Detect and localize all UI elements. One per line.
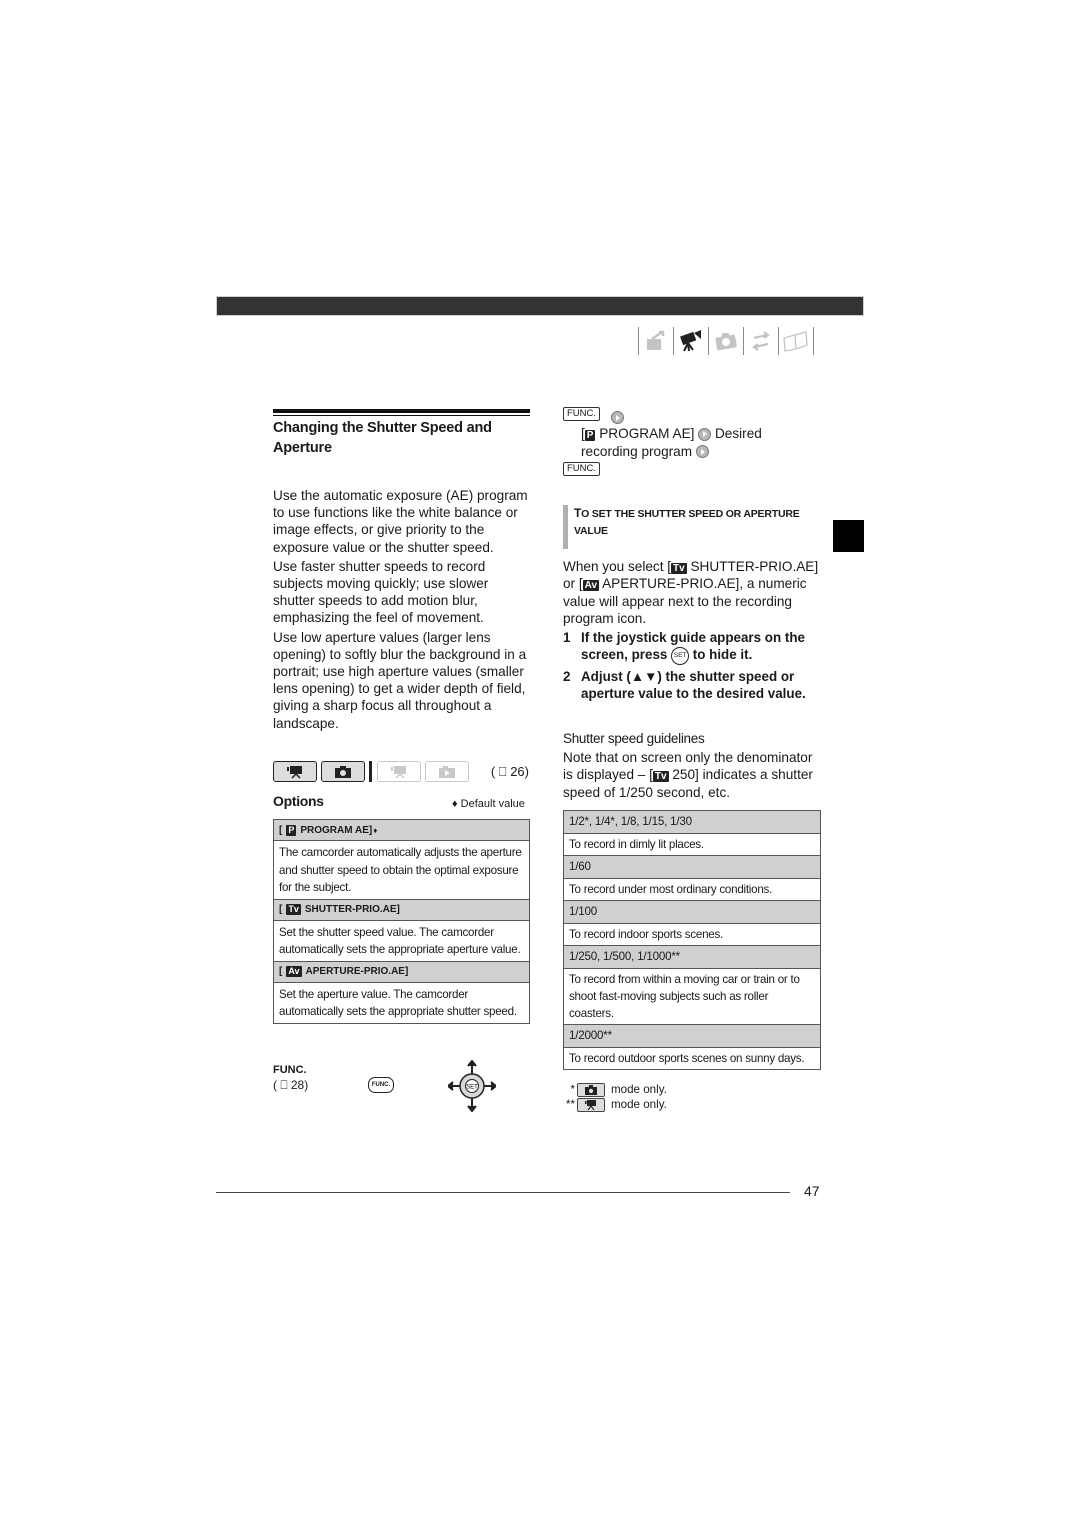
step-text: Adjust (▲▼) the shutter speed or apertur… [581, 668, 806, 702]
speed-use: To record indoor sports scenes. [564, 924, 820, 946]
speed-use: To record outdoor sports scenes on sunny… [569, 1052, 805, 1065]
next-arrow-icon [611, 411, 624, 425]
program-ae-instruction: [P PROGRAM AE] Desired recording program [581, 426, 762, 459]
steps-list: 1 If the joystick guide appears on the s… [563, 629, 825, 705]
footnote-mark: ** [565, 1098, 575, 1111]
speed-values: 1/100 [564, 901, 820, 924]
mode-availability-row: ( ⎕ 26) [273, 761, 533, 783]
photo-playback-mode-icon [425, 761, 469, 782]
mode-divider [369, 761, 372, 782]
program-ae-text: PROGRAM AE] [599, 426, 695, 441]
section-icon-bar [636, 326, 822, 356]
program-ae-icon: P [286, 824, 297, 836]
recording-program-text: recording program [581, 443, 693, 459]
shutter-priority-icon: Tv [286, 904, 301, 915]
default-value-legend: ♦ Default value [452, 798, 525, 810]
program-ae-icon: P [584, 430, 596, 441]
desired-text: Desired [714, 426, 762, 441]
separator [778, 327, 779, 355]
intro-paragraph: Use low aperture values (larger lens ope… [273, 629, 527, 731]
footnote: * mode only. [563, 1082, 667, 1097]
speed-values: 1/250, 1/500, 1/1000** [564, 946, 820, 969]
video-camera-icon[interactable] [676, 328, 706, 354]
speed-use: To record under most ordinary conditions… [564, 879, 820, 901]
text: APERTURE-PRIO.AE], a numeric value will … [563, 576, 807, 626]
options-table: [P PROGRAM AE] ♦ The camcorder automatica… [273, 819, 530, 1024]
page-reference[interactable]: ( ⎕ 28) [273, 1078, 308, 1093]
guidelines-note: Note that on screen only the denominator… [563, 749, 825, 801]
step-item: 1 If the joystick guide appears on the s… [563, 629, 825, 665]
step-text: to hide it. [689, 647, 753, 663]
option-description: Set the aperture value. The camcorder au… [279, 987, 517, 1019]
video-playback-mode-icon [377, 761, 421, 782]
intro-text: Use the automatic exposure (AE) program … [273, 487, 533, 734]
aperture-priority-icon: Av [286, 966, 302, 977]
intro-paragraph: Use the automatic exposure (AE) program … [273, 488, 528, 555]
default-marker: ♦ [373, 825, 378, 835]
transfer-icon[interactable] [746, 328, 776, 354]
option-name: PROGRAM AE] [300, 824, 373, 836]
subhead-text: o set the shutter speed or aperture valu… [574, 508, 800, 537]
video-record-mode-icon [273, 761, 317, 782]
joystick-icon: SET [446, 1059, 498, 1113]
footnotes: * mode only. ** mode only. [563, 1082, 667, 1112]
option-header: [P PROGRAM AE] ♦ [274, 820, 529, 841]
shutter-priority-icon: Tv [671, 563, 687, 574]
text: When you select [ [563, 559, 672, 574]
photo-record-mode-icon [321, 761, 365, 782]
speed-values: 1/2000** [564, 1025, 820, 1048]
step-item: 2 Adjust (▲▼) the shutter speed or apert… [563, 668, 825, 703]
section-title: Changing the Shutter Speed and Aperture [273, 420, 492, 456]
photo-camera-icon[interactable] [711, 328, 741, 354]
footer-rule [216, 1192, 790, 1193]
option-header: [Av APERTURE-PRIO.AE] [274, 961, 529, 983]
footnote-text: mode only. [611, 1098, 667, 1111]
func-key-icon: FUNC. [563, 462, 601, 476]
intro-paragraph: Use faster shutter speeds to record subj… [273, 558, 489, 626]
next-arrow-icon [695, 445, 709, 459]
separator [708, 327, 709, 355]
preparations-icon[interactable] [641, 328, 671, 354]
speed-use: To record from within a moving car or tr… [564, 969, 820, 1025]
option-description: Set the shutter speed value. The camcord… [274, 921, 529, 962]
func-label: FUNC. [273, 1064, 307, 1076]
step-number: 1 [563, 630, 571, 645]
option-name: APERTURE-PRIO.AE] [305, 966, 409, 977]
separator [673, 327, 674, 355]
separator [638, 327, 639, 355]
header-bar [216, 296, 864, 316]
speed-values: 1/60 [564, 856, 820, 879]
photo-mode-icon [577, 1082, 605, 1097]
option-description: The camcorder automatically adjusts the … [274, 841, 529, 900]
footnote-text: mode only. [611, 1083, 667, 1096]
shutter-speed-table: 1/2*, 1/4*, 1/8, 1/15, 1/30 To record in… [563, 810, 821, 1070]
speed-use: To record in dimly lit places. [564, 834, 820, 856]
next-arrow-icon [698, 427, 712, 441]
options-label: Options [273, 793, 324, 809]
option-name: SHUTTER-PRIO.AE] [304, 904, 400, 915]
chapter-tab [833, 520, 864, 552]
aperture-priority-icon: Av [582, 580, 600, 592]
footnote: ** mode only. [563, 1097, 667, 1112]
when-text: When you select [Tv SHUTTER-PRIO.AE] or … [563, 558, 825, 627]
func-button-icon: FUNC. [368, 1077, 394, 1093]
speed-values: 1/2*, 1/4*, 1/8, 1/15, 1/30 [564, 811, 820, 834]
step-number: 2 [563, 668, 571, 684]
page-reference[interactable]: ( ⎕ 26) [491, 764, 529, 780]
book-icon[interactable] [781, 328, 811, 354]
guidelines-title: Shutter speed guidelines [563, 731, 705, 746]
func-key-icon: FUNC. [563, 407, 601, 421]
shutter-priority-icon: Tv [652, 771, 669, 783]
option-header: [Tv SHUTTER-PRIO.AE] [274, 899, 529, 921]
procedure-subheading: To set the shutter speed or aperture val… [563, 505, 813, 549]
joystick-set-label: SET [466, 1085, 478, 1091]
page-number: 47 [804, 1183, 820, 1199]
separator [813, 327, 814, 355]
heading-rule [273, 409, 530, 413]
video-mode-icon [577, 1097, 605, 1112]
set-button-icon: SET [671, 646, 690, 665]
separator [743, 327, 744, 355]
heading-rule [273, 415, 530, 416]
footnote-mark: * [570, 1083, 575, 1096]
